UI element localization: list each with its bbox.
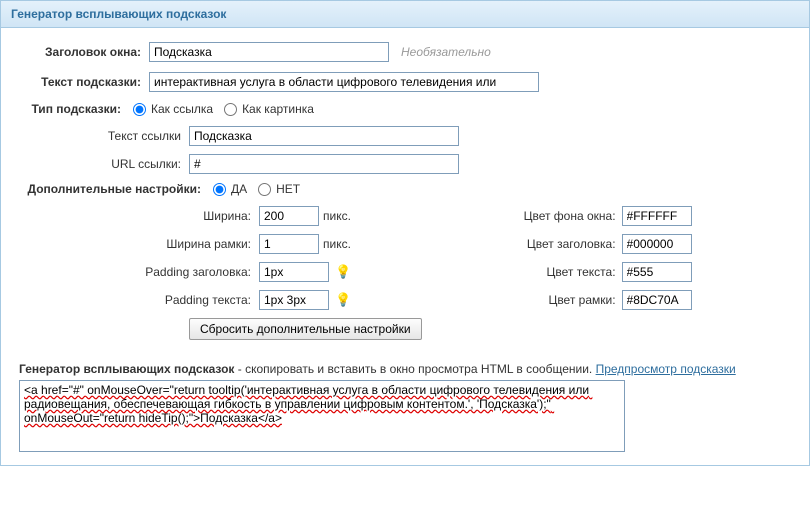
border-width-unit: пикс. — [323, 237, 351, 251]
type-radio-image[interactable] — [224, 103, 237, 116]
padding-text-label: Padding текста: — [19, 293, 259, 307]
preview-link[interactable]: Предпросмотр подсказки — [596, 362, 736, 376]
padding-text-input[interactable] — [259, 290, 329, 310]
optional-label: Необязательно — [401, 45, 491, 59]
footer-bold: Генератор всплывающих подсказок — [19, 362, 234, 376]
advanced-radio-no[interactable] — [258, 183, 271, 196]
link-text-label: Текст ссылки — [19, 129, 189, 143]
width-label: Ширина: — [19, 209, 259, 223]
type-radio-link[interactable] — [133, 103, 146, 116]
tooltip-text-input[interactable] — [149, 72, 539, 92]
bg-color-input[interactable] — [622, 206, 692, 226]
border-width-label: Ширина рамки: — [19, 237, 259, 251]
reset-button[interactable]: Сбросить дополнительные настройки — [189, 318, 422, 340]
title-color-input[interactable] — [622, 234, 692, 254]
panel-title: Генератор всплывающих подсказок — [1, 1, 809, 28]
advanced-label: Дополнительные настройки: — [19, 182, 209, 196]
link-url-input[interactable] — [189, 154, 459, 174]
bulb-icon[interactable]: 💡 — [335, 293, 349, 307]
link-url-label: URL ссылки: — [19, 157, 189, 171]
text-color-label: Цвет текста: — [482, 265, 622, 279]
border-width-input[interactable] — [259, 234, 319, 254]
code-output[interactable] — [19, 380, 625, 452]
advanced-no-label: НЕТ — [276, 182, 300, 196]
tooltip-text-label: Текст подсказки: — [19, 75, 149, 89]
padding-title-input[interactable] — [259, 262, 329, 282]
title-color-label: Цвет заголовка: — [482, 237, 622, 251]
advanced-yes-label: ДА — [231, 182, 247, 196]
window-title-label: Заголовок окна: — [19, 45, 149, 59]
width-input[interactable] — [259, 206, 319, 226]
footer-rest: - скопировать и вставить в окно просмотр… — [234, 362, 595, 376]
advanced-radio-yes[interactable] — [213, 183, 226, 196]
border-color-input[interactable] — [622, 290, 692, 310]
bg-color-label: Цвет фона окна: — [482, 209, 622, 223]
bulb-icon[interactable]: 💡 — [335, 265, 349, 279]
link-text-input[interactable] — [189, 126, 459, 146]
type-radio-link-label: Как ссылка — [151, 102, 213, 116]
tooltip-type-label: Тип подсказки: — [19, 102, 129, 116]
padding-title-label: Padding заголовка: — [19, 265, 259, 279]
width-unit: пикс. — [323, 209, 351, 223]
border-color-label: Цвет рамки: — [482, 293, 622, 307]
text-color-input[interactable] — [622, 262, 692, 282]
type-radio-image-label: Как картинка — [242, 102, 314, 116]
window-title-input[interactable] — [149, 42, 389, 62]
